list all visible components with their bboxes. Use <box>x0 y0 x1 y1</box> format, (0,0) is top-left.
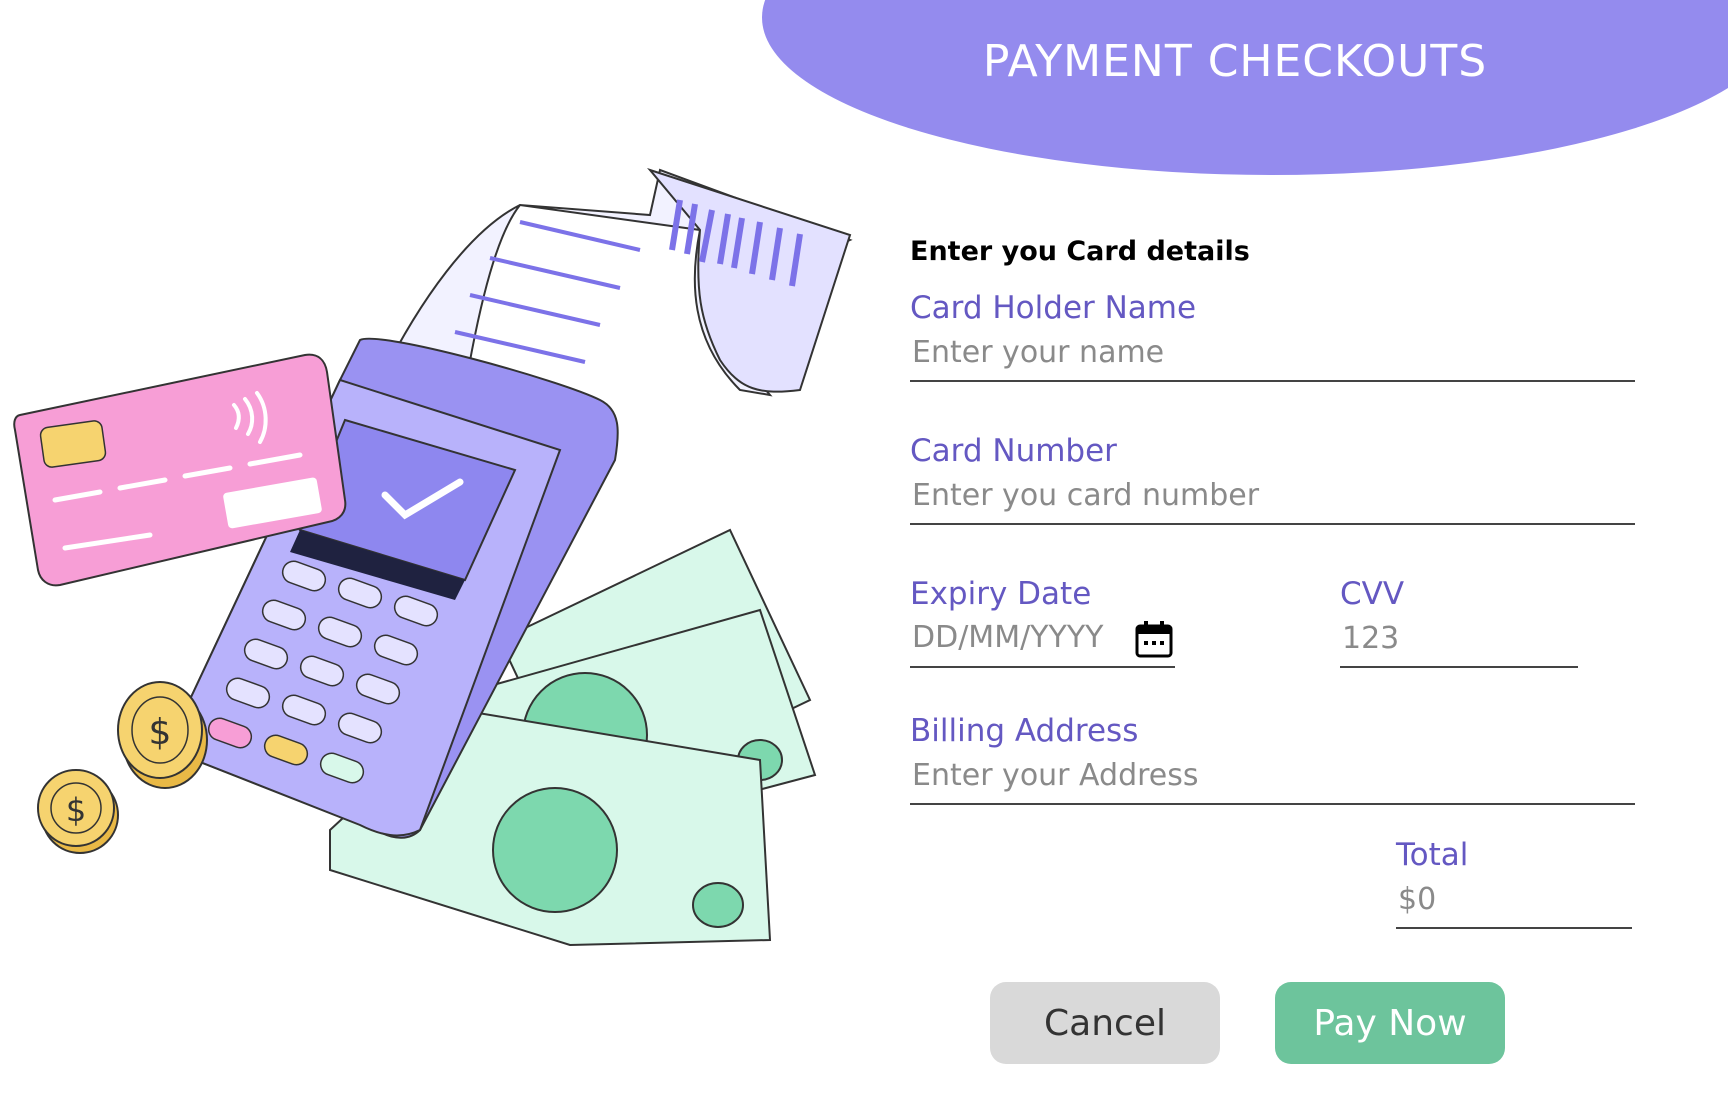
svg-text:$: $ <box>149 712 172 753</box>
total-field: Total $0 <box>1396 833 1632 929</box>
billing-address-label: Billing Address <box>910 713 1139 749</box>
expiry-date-field: Expiry Date <box>910 572 1175 668</box>
cancel-button[interactable]: Cancel <box>990 982 1220 1064</box>
svg-text:$: $ <box>66 791 86 829</box>
card-holder-input[interactable] <box>910 330 1635 382</box>
card-number-label: Card Number <box>910 433 1117 469</box>
page-title: PAYMENT CHECKOUTS <box>982 36 1488 87</box>
payment-illustration: $ $ <box>13 167 853 947</box>
card-number-field: Card Number <box>910 429 1635 525</box>
coin-small: $ <box>37 769 119 854</box>
card-number-input[interactable] <box>910 473 1635 525</box>
cvv-label: CVV <box>1340 576 1405 612</box>
billing-address-field: Billing Address <box>910 709 1635 805</box>
expiry-date-label: Expiry Date <box>910 576 1092 612</box>
cvv-field: CVV <box>1340 572 1578 668</box>
expiry-date-row <box>910 614 1175 668</box>
card-details-heading: Enter you Card details <box>910 236 1250 267</box>
cvv-input[interactable] <box>1340 616 1578 668</box>
total-label: Total <box>1396 837 1469 873</box>
header-banner <box>762 0 1728 175</box>
pay-now-button[interactable]: Pay Now <box>1275 982 1505 1064</box>
total-value: $0 <box>1396 877 1632 929</box>
calendar-icon[interactable] <box>1133 618 1175 660</box>
card-holder-label: Card Holder Name <box>910 290 1197 326</box>
expiry-date-input[interactable] <box>910 614 1133 666</box>
card-holder-field: Card Holder Name <box>910 286 1635 382</box>
billing-address-input[interactable] <box>910 753 1635 805</box>
